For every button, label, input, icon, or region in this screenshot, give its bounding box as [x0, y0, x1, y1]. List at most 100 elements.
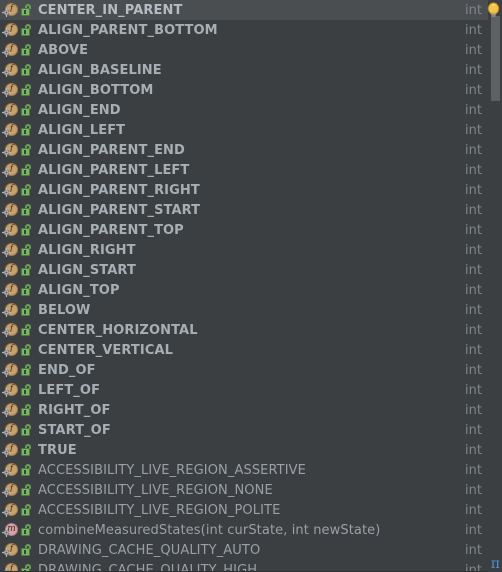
completion-item[interactable]: f LEFT_OF int: [0, 380, 502, 400]
completion-item[interactable]: f ACCESSIBILITY_LIVE_REGION_ASSERTIVE int: [0, 460, 502, 480]
field-icon: f: [2, 342, 18, 358]
cog-overlay-icon: [2, 548, 11, 557]
completion-item-label: ALIGN_BASELINE: [38, 62, 162, 78]
completion-item-label: ABOVE: [38, 42, 89, 58]
field-icon: f: [2, 542, 18, 558]
public-unlocked-padlock-icon: [20, 242, 32, 258]
completion-item[interactable]: f DRAWING_CACHE_QUALITY_AUTO int: [0, 540, 502, 560]
completion-item-type: int: [465, 162, 482, 178]
padlock-keyhole: [24, 290, 26, 294]
padlock-keyhole: [24, 510, 26, 514]
padlock-keyhole: [24, 230, 26, 234]
padlock-keyhole: [24, 270, 26, 274]
padlock-keyhole: [24, 30, 26, 34]
completion-item[interactable]: f ALIGN_TOP int: [0, 280, 502, 300]
cog-overlay-icon: [2, 388, 11, 397]
completion-item[interactable]: f ALIGN_PARENT_BOTTOM int: [0, 20, 502, 40]
cog-overlay-icon: [2, 128, 11, 137]
padlock-keyhole: [24, 250, 26, 254]
completion-item-label: ALIGN_PARENT_TOP: [38, 222, 184, 238]
completion-item[interactable]: f ALIGN_PARENT_LEFT int: [0, 160, 502, 180]
completion-item[interactable]: f ALIGN_RIGHT int: [0, 240, 502, 260]
completion-item-type: int: [465, 22, 482, 38]
completion-item[interactable]: f ALIGN_PARENT_END int: [0, 140, 502, 160]
pi-marker-icon[interactable]: π: [491, 556, 500, 572]
vertical-scrollbar-thumb[interactable]: [491, 16, 500, 101]
public-unlocked-padlock-icon: [20, 182, 32, 198]
padlock-keyhole: [24, 430, 26, 434]
completion-list[interactable]: f CENTER_IN_PARENT int f ALIGN_PARENT_BOTTOM…: [0, 0, 502, 572]
public-unlocked-padlock-icon: [20, 442, 32, 458]
field-icon: f: [2, 42, 18, 58]
field-icon: f: [2, 422, 18, 438]
completion-item[interactable]: f CENTER_VERTICAL int: [0, 340, 502, 360]
completion-item[interactable]: f ACCESSIBILITY_LIVE_REGION_POLITE int: [0, 500, 502, 520]
lightbulb-intention-icon[interactable]: [486, 2, 501, 18]
cog-overlay-icon: [2, 8, 11, 17]
completion-item[interactable]: f ALIGN_PARENT_START int: [0, 200, 502, 220]
completion-item-label: END_OF: [38, 362, 96, 378]
padlock-keyhole: [24, 530, 26, 534]
public-unlocked-padlock-icon: [20, 462, 32, 478]
field-icon: f: [2, 202, 18, 218]
completion-item[interactable]: f ALIGN_END int: [0, 100, 502, 120]
completion-item-type: int: [465, 422, 482, 438]
padlock-keyhole: [24, 50, 26, 54]
completion-item-type: int: [465, 462, 482, 478]
completion-item[interactable]: f CENTER_HORIZONTAL int: [0, 320, 502, 340]
public-unlocked-padlock-icon: [20, 282, 32, 298]
completion-item[interactable]: f ACCESSIBILITY_LIVE_REGION_NONE int: [0, 480, 502, 500]
field-icon: f: [2, 2, 18, 18]
field-icon: f: [2, 262, 18, 278]
completion-item[interactable]: f ABOVE int: [0, 40, 502, 60]
completion-item-label: ALIGN_PARENT_RIGHT: [38, 182, 200, 198]
completion-item-type: int: [465, 482, 482, 498]
padlock-keyhole: [24, 70, 26, 74]
field-icon: f: [2, 62, 18, 78]
field-icon: f: [2, 102, 18, 118]
cog-overlay-icon: [2, 528, 11, 537]
completion-item-label: ALIGN_BOTTOM: [38, 82, 154, 98]
public-unlocked-padlock-icon: [20, 82, 32, 98]
field-icon: f: [2, 142, 18, 158]
cog-overlay-icon: [2, 408, 11, 417]
completion-item-type: int: [465, 142, 482, 158]
completion-item[interactable]: f END_OF int: [0, 360, 502, 380]
cog-overlay-icon: [2, 368, 11, 377]
padlock-keyhole: [24, 210, 26, 214]
completion-item[interactable]: f ALIGN_LEFT int: [0, 120, 502, 140]
completion-item[interactable]: f TRUE int: [0, 440, 502, 460]
completion-item-label: CENTER_VERTICAL: [38, 342, 174, 358]
completion-item-type: int: [465, 42, 482, 58]
completion-item[interactable]: m combineMeasuredStates(int curState, int…: [0, 520, 502, 540]
field-icon: f: [2, 302, 18, 318]
completion-item[interactable]: f ALIGN_START int: [0, 260, 502, 280]
completion-item-label: ALIGN_RIGHT: [38, 242, 136, 258]
completion-item-label: ALIGN_PARENT_START: [38, 202, 201, 218]
completion-item[interactable]: f ALIGN_BOTTOM int: [0, 80, 502, 100]
field-icon: f: [2, 282, 18, 298]
completion-item[interactable]: f BELOW int: [0, 300, 502, 320]
field-icon: f: [2, 182, 18, 198]
completion-item-type: int: [465, 122, 482, 138]
padlock-keyhole: [24, 330, 26, 334]
completion-item-label: LEFT_OF: [38, 382, 101, 398]
completion-item[interactable]: f ALIGN_PARENT_TOP int: [0, 220, 502, 240]
padlock-keyhole: [24, 10, 26, 14]
completion-item[interactable]: f ALIGN_PARENT_RIGHT int: [0, 180, 502, 200]
field-icon: f: [2, 382, 18, 398]
completion-item[interactable]: f START_OF int: [0, 420, 502, 440]
completion-item[interactable]: f RIGHT_OF int: [0, 400, 502, 420]
code-completion-popup[interactable]: f CENTER_IN_PARENT int f ALIGN_PARENT_BOTTOM…: [0, 0, 502, 572]
vertical-scrollbar-track[interactable]: [488, 0, 502, 572]
public-unlocked-padlock-icon: [20, 342, 32, 358]
completion-item[interactable]: f CENTER_IN_PARENT int: [0, 0, 502, 20]
padlock-keyhole: [24, 410, 26, 414]
cog-overlay-icon: [2, 448, 11, 457]
field-icon: f: [2, 482, 18, 498]
completion-item-type: int: [465, 2, 482, 18]
completion-item-type: int: [465, 202, 482, 218]
completion-item-label: ALIGN_END: [38, 102, 121, 118]
completion-item[interactable]: f ALIGN_BASELINE int: [0, 60, 502, 80]
completion-item-label: CENTER_IN_PARENT: [38, 2, 183, 18]
